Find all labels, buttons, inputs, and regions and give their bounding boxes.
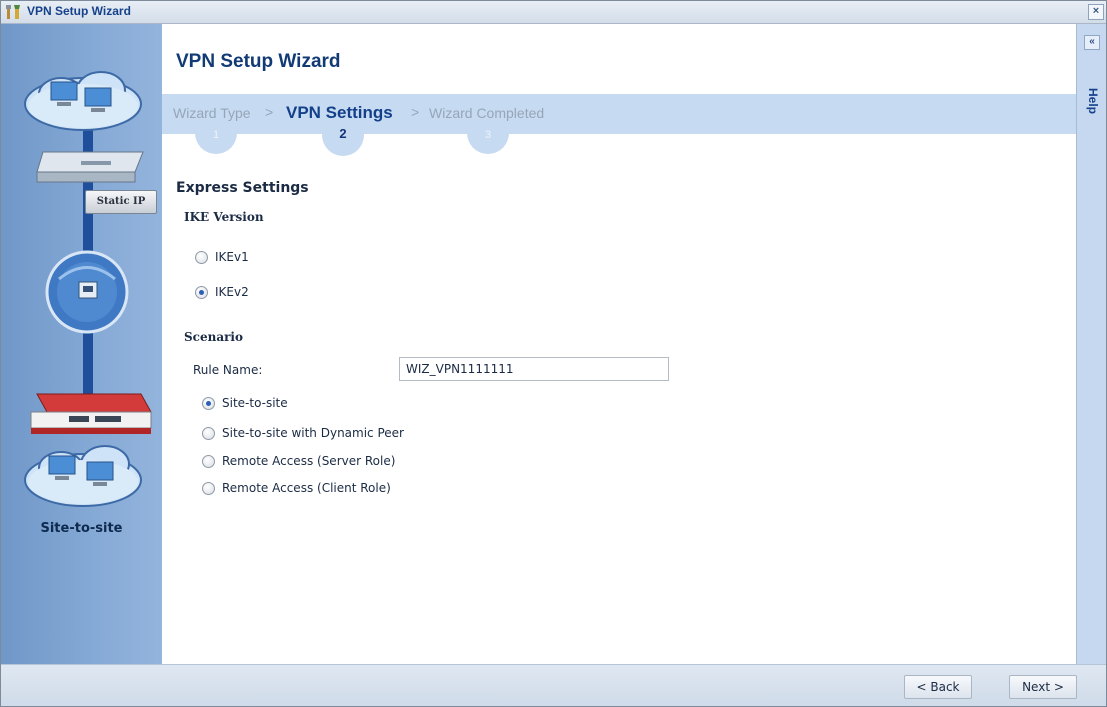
remote-client-label: Remote Access (Client Role) — [222, 481, 391, 495]
help-panel-collapsed[interactable]: « Help — [1076, 24, 1106, 664]
next-button[interactable]: Next > — [1009, 675, 1077, 699]
step-wizard-type: Wizard Type — [173, 105, 251, 121]
site-to-site-label: Site-to-site — [222, 396, 288, 410]
close-button[interactable]: × — [1088, 4, 1104, 20]
step-indicator: Wizard Type > VPN Settings > Wizard Comp… — [162, 94, 1076, 134]
expand-help-icon[interactable]: « — [1084, 35, 1100, 50]
dynamic-peer-option[interactable]: Site-to-site with Dynamic Peer — [202, 424, 404, 442]
wizard-window: VPN Setup Wizard × Static IP Site-to-sit… — [0, 0, 1107, 707]
site-to-site-radio[interactable] — [202, 396, 215, 410]
ikev2-option[interactable]: IKEv2 — [195, 283, 249, 301]
ikev1-label: IKEv1 — [215, 250, 249, 264]
page-title: VPN Setup Wizard — [176, 51, 341, 72]
remote-server-radio[interactable] — [202, 454, 215, 468]
internet-globe-icon — [45, 250, 129, 334]
ike-version-heading: IKE Version — [184, 210, 264, 224]
vpn-topology-illustration — [24, 71, 152, 507]
ikev2-radio[interactable] — [195, 285, 208, 299]
ikev1-radio[interactable] — [195, 250, 208, 264]
scenario-heading: Scenario — [184, 330, 243, 344]
firewall-device-icon — [30, 393, 152, 434]
step-wizard-completed: Wizard Completed — [429, 105, 545, 121]
ikev1-option[interactable]: IKEv1 — [195, 248, 249, 266]
back-button[interactable]: < Back — [904, 675, 972, 699]
step-number-2: 2 — [322, 126, 364, 156]
site-to-site-option[interactable]: Site-to-site — [202, 394, 288, 412]
help-tab-label[interactable]: Help — [1086, 88, 1100, 114]
illustration-sidebar: Static IP Site-to-site — [1, 24, 162, 664]
wizard-content: VPN Setup Wizard Wizard Type > VPN Setti… — [162, 24, 1076, 664]
dynamic-peer-label: Site-to-site with Dynamic Peer — [222, 426, 404, 440]
wizard-footer: < Back Next > — [1, 664, 1106, 706]
ikev2-label: IKEv2 — [215, 285, 249, 299]
title-bar: VPN Setup Wizard × — [1, 1, 1106, 24]
bottom-cloud-icon — [24, 445, 142, 507]
window-title: VPN Setup Wizard — [27, 4, 131, 18]
step-number-3: 3 — [467, 124, 509, 154]
gateway-device-icon — [36, 151, 144, 183]
rule-name-input[interactable] — [399, 357, 669, 381]
remote-server-label: Remote Access (Server Role) — [222, 454, 396, 468]
step-separator: > — [265, 104, 274, 120]
remote-client-option[interactable]: Remote Access (Client Role) — [202, 479, 391, 497]
rule-name-label: Rule Name: — [193, 363, 263, 377]
step-separator: > — [411, 104, 420, 120]
scenario-caption: Site-to-site — [40, 521, 123, 536]
remote-server-option[interactable]: Remote Access (Server Role) — [202, 452, 395, 470]
top-cloud-icon — [24, 71, 142, 131]
express-settings-heading: Express Settings — [176, 180, 309, 196]
static-ip-tag: Static IP — [85, 190, 157, 214]
wizard-tools-icon — [6, 5, 20, 19]
dynamic-peer-radio[interactable] — [202, 426, 215, 440]
step-number-1: 1 — [195, 124, 237, 154]
step-vpn-settings: VPN Settings — [286, 103, 393, 122]
remote-client-radio[interactable] — [202, 481, 215, 495]
